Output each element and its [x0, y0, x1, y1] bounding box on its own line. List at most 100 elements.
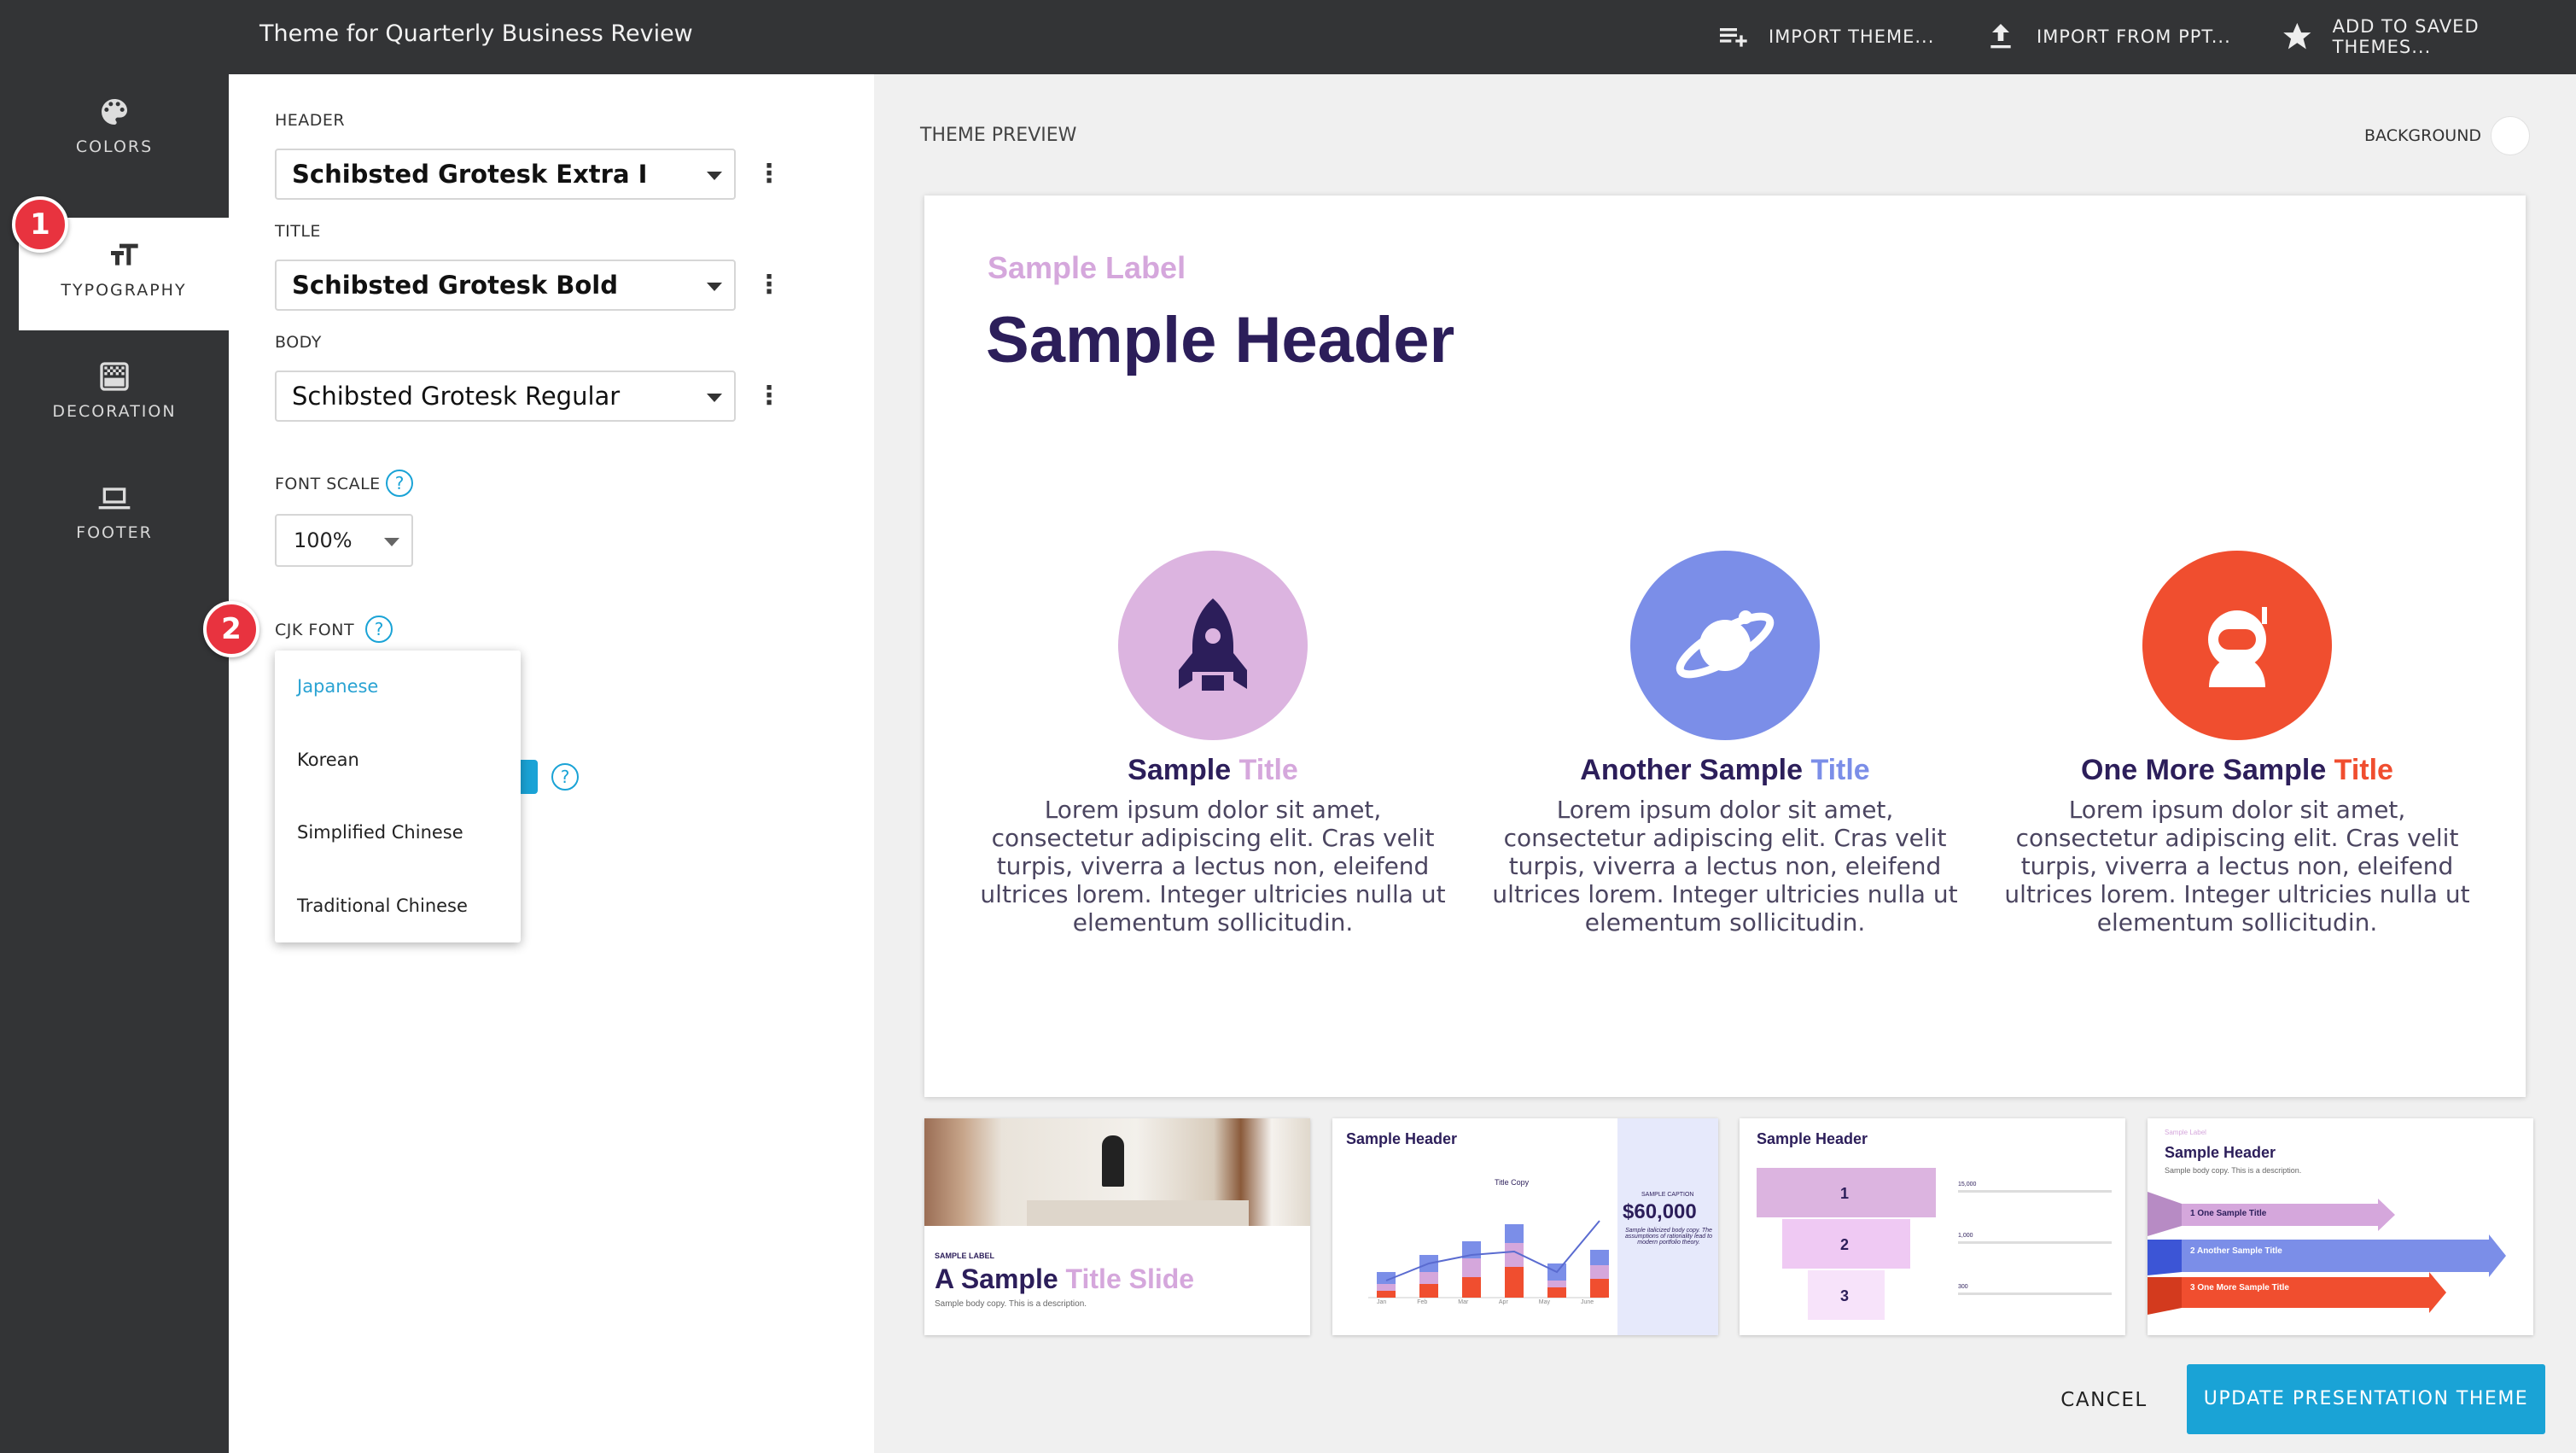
font-scale-value: 100% — [294, 528, 353, 552]
feature-title-accent: Title — [2334, 754, 2393, 786]
background-color-swatch[interactable] — [2491, 116, 2530, 155]
step-badge-2: 2 — [203, 601, 259, 657]
step-number: 3 — [1840, 1287, 1850, 1304]
thumb-value: $60,000 — [1623, 1200, 1697, 1223]
background-label: BACKGROUND — [2364, 126, 2482, 145]
font-scale-label: FONT SCALE — [275, 475, 381, 493]
sidebar-item-label: COLORS — [75, 137, 154, 156]
thumb-note: Sample italicized body copy. The assumpt… — [1625, 1228, 1712, 1246]
title-font-select[interactable]: Schibsted Grotesk Bold — [275, 260, 736, 311]
feature-column: Another Sample Title Lorem ipsum dolor s… — [1486, 551, 1964, 937]
thumb-label: SAMPLE LABEL — [935, 1252, 995, 1260]
add-saved-themes-button[interactable]: ADD TO SAVED THEMES... — [2281, 15, 2576, 58]
step-number: 2 — [1840, 1236, 1850, 1253]
palette-icon — [101, 99, 127, 125]
title-font-label: TITLE — [275, 222, 321, 241]
sidebar-item-label: DECORATION — [52, 402, 177, 421]
feature-body: Lorem ipsum dolor sit amet, consectetur … — [2004, 796, 2470, 937]
sidebar: COLORS TYPOGRAPHY DECORATION FOOTER — [0, 74, 229, 1453]
app-title: Theme for Quarterly Business Review — [259, 20, 693, 47]
header-more-icon[interactable]: ⋮ — [756, 157, 782, 191]
chevron-down-icon — [384, 538, 399, 546]
body-font-select[interactable]: Schibsted Grotesk Regular — [275, 371, 736, 422]
layout-thumbnail-arrows[interactable]: Sample Label Sample Header Sample body c… — [2148, 1118, 2533, 1335]
thumb-title-main: A Sample — [935, 1263, 1066, 1294]
month-label: Jan — [1377, 1299, 1387, 1305]
person-figure — [1102, 1135, 1124, 1187]
thumb-side-panel: SAMPLE CAPTION $60,000 Sample italicized… — [1617, 1118, 1718, 1335]
title-font-value: Schibsted Grotesk Bold — [292, 271, 618, 300]
chevron-down-icon — [707, 394, 722, 402]
sidebar-item-label: TYPOGRAPHY — [61, 281, 187, 300]
text-line — [1958, 1241, 2112, 1244]
thumb-header: Sample Header — [1757, 1130, 1868, 1147]
cjk-option-korean[interactable]: Korean — [297, 750, 359, 770]
body-font-value: Schibsted Grotesk Regular — [292, 382, 621, 411]
pyramid-step: 2 — [1782, 1219, 1910, 1269]
feature-title-main: Another Sample — [1580, 754, 1811, 786]
sample-label: Sample Label — [988, 250, 1186, 285]
feature-circle — [1630, 551, 1820, 740]
thumb-header: Sample Header — [2165, 1144, 2276, 1161]
month-label: Apr — [1498, 1299, 1508, 1305]
feature-title: One More Sample Title — [1998, 754, 2476, 787]
upload-icon — [1990, 24, 2011, 49]
thumb-title-accent: Title Slide — [1065, 1263, 1195, 1294]
layout-thumbnail-title-slide[interactable]: SAMPLE LABEL A Sample Title Slide Sample… — [924, 1118, 1310, 1335]
star-icon — [2283, 22, 2311, 50]
body-font-label: BODY — [275, 333, 322, 352]
font-scale-select[interactable]: 100% — [275, 514, 413, 567]
cjk-option-simplified-chinese[interactable]: Simplified Chinese — [297, 822, 463, 843]
month-label: Feb — [1417, 1299, 1428, 1305]
sidebar-item-colors[interactable]: COLORS — [0, 74, 229, 185]
import-theme-button[interactable]: IMPORT THEME... — [1716, 15, 1934, 58]
feature-column: One More Sample Title Lorem ipsum dolor … — [1998, 551, 2476, 937]
rocket-icon — [1179, 598, 1247, 691]
text-line — [1958, 1190, 2112, 1193]
feature-title: Sample Title — [974, 754, 1452, 787]
add-saved-label: ADD TO SAVED THEMES... — [2332, 16, 2480, 57]
header-font-label: HEADER — [275, 111, 346, 130]
import-theme-label: IMPORT THEME... — [1769, 26, 1935, 47]
sidebar-item-label: FOOTER — [76, 523, 153, 542]
thumb-desc: Sample body copy. This is a description. — [2165, 1166, 2302, 1175]
sidebar-item-decoration[interactable]: DECORATION — [0, 339, 229, 450]
step-badge-1: 1 — [12, 196, 68, 253]
feature-circle — [1118, 551, 1308, 740]
cjk-option-traditional-chinese[interactable]: Traditional Chinese — [297, 896, 468, 916]
thumb-label: Sample Label — [2165, 1129, 2206, 1136]
slide-preview: Sample Label Sample Header Sample Title … — [924, 195, 2526, 1097]
pyramid-step: 3 — [1808, 1270, 1885, 1320]
help-icon[interactable]: ? — [551, 763, 579, 791]
feature-column: Sample Title Lorem ipsum dolor sit amet,… — [974, 551, 1452, 937]
feature-title: Another Sample Title — [1486, 754, 1964, 787]
header-font-value: Schibsted Grotesk Extra I — [292, 160, 648, 189]
sample-header: Sample Header — [986, 304, 1455, 376]
feature-title-main: Sample — [1128, 754, 1239, 786]
body-more-icon[interactable]: ⋮ — [756, 379, 782, 413]
title-more-icon[interactable]: ⋮ — [756, 268, 782, 302]
layout-thumbnail-chart[interactable]: Sample Header Title Copy Jan Feb Mar Apr… — [1332, 1118, 1718, 1335]
cjk-option-japanese[interactable]: Japanese — [297, 676, 378, 697]
cjk-font-help-icon[interactable]: ? — [365, 616, 393, 643]
astronaut-icon — [2208, 607, 2267, 687]
month-label: Mar — [1458, 1299, 1469, 1305]
chevron-down-icon — [707, 283, 722, 291]
step-number: 1 — [1840, 1185, 1850, 1202]
pyramid-value: 1,000 — [1958, 1233, 1973, 1239]
toggle-partial[interactable] — [521, 760, 538, 794]
import-ppt-button[interactable]: IMPORT FROM PPT... — [1984, 15, 2231, 58]
thumb-caption: SAMPLE CAPTION — [1641, 1192, 1694, 1198]
sidebar-item-footer[interactable]: FOOTER — [0, 460, 229, 571]
photo-image — [924, 1118, 1310, 1226]
feature-title-main: One More Sample — [2081, 754, 2334, 786]
font-scale-help-icon[interactable]: ? — [386, 470, 413, 497]
layout-thumbnail-pyramid[interactable]: Sample Header 1 2 3 15,000 1,000 300 — [1740, 1118, 2125, 1335]
update-presentation-theme-button[interactable]: UPDATE PRESENTATION THEME — [2187, 1364, 2545, 1434]
header-font-select[interactable]: Schibsted Grotesk Extra I — [275, 149, 736, 200]
theme-preview-label: THEME PREVIEW — [920, 125, 1077, 146]
pyramid-step: 1 — [1757, 1168, 1936, 1217]
thumb-title: A Sample Title Slide — [935, 1263, 1194, 1295]
cancel-button[interactable]: CANCEL — [2049, 1376, 2159, 1424]
playlist-add-icon — [1720, 28, 1747, 47]
